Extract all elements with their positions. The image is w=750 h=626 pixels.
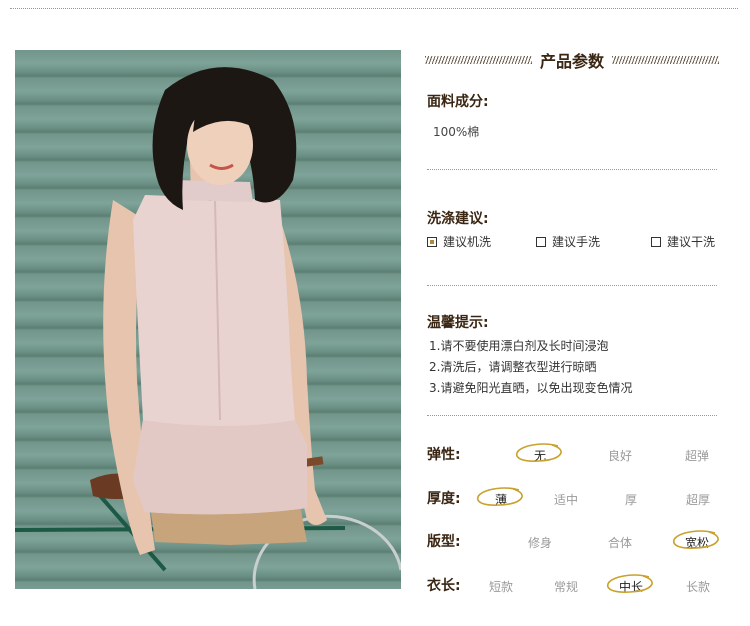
attr-option-label: 中长 [618,580,643,594]
attr-option-label: 常规 [553,580,578,594]
tip-item: 2.清洗后，请调整衣型进行晾晒 [429,360,597,374]
divider-wash [427,285,717,286]
tips-list: 1.请不要使用漂白剂及长时间浸泡 2.清洗后，请调整衣型进行晾晒 3.请避免阳光… [429,336,632,399]
attr-option[interactable]: 超厚 [673,491,723,508]
attr-option[interactable]: 良好 [595,447,645,464]
attr-label-fit: 版型: [427,534,461,550]
attr-label-elasticity: 弹性: [427,447,461,463]
attr-option[interactable]: 修身 [515,534,565,551]
attr-option-label: 超厚 [685,493,710,507]
attr-option-label: 薄 [494,493,507,507]
attr-option[interactable]: 薄 [476,487,526,508]
attr-option[interactable]: 无 [515,443,565,464]
attr-option-label: 良好 [607,449,632,463]
fabric-label: 面料成分: [427,94,489,110]
attr-option-label: 修身 [527,536,552,550]
attr-label-length: 衣长: [427,578,461,594]
divider-fabric [427,169,717,170]
top-dotted-divider [10,8,738,9]
attr-option[interactable]: 中长 [606,574,656,595]
attr-option[interactable]: 宽松 [672,530,722,551]
attr-option-label: 宽松 [684,536,709,550]
attr-option-label: 超弹 [684,449,709,463]
attr-option[interactable]: 合体 [595,534,645,551]
checkbox-icon[interactable] [427,236,437,247]
attr-option-label: 合体 [607,536,632,550]
attr-option[interactable]: 常规 [541,578,591,595]
section-title: 产品参数 [540,52,605,71]
hatch-decoration-left [425,56,532,64]
checkbox-icon[interactable] [651,236,661,247]
attr-option-label: 厚 [624,493,637,507]
tip-item: 1.请不要使用漂白剂及长时间浸泡 [429,339,609,353]
attr-option-label: 无 [533,449,546,463]
attr-option[interactable]: 长款 [673,578,723,595]
attr-option[interactable]: 厚 [606,491,656,508]
attr-option-label: 适中 [553,493,578,507]
wash-label: 洗涤建议: [427,211,489,227]
fabric-value: 100%棉 [433,125,480,139]
wash-option-dry[interactable]: 建议干洗 [651,233,715,250]
attr-label-thickness: 厚度: [427,491,461,507]
tips-label: 温馨提示: [427,315,489,331]
attr-option[interactable]: 超弹 [672,447,722,464]
section-header: 产品参数 [425,48,720,72]
model-illustration [15,67,401,589]
hatch-decoration-right [612,56,720,64]
product-photo [15,50,401,589]
tip-item: 3.请避免阳光直晒，以免出现变色情况 [429,381,633,395]
wash-option-hand[interactable]: 建议手洗 [536,233,600,250]
wash-option-label: 建议干洗 [667,235,716,249]
divider-tips [427,415,717,416]
checkbox-icon[interactable] [536,236,546,247]
attr-option[interactable]: 短款 [476,578,526,595]
wash-option-machine[interactable]: 建议机洗 [427,233,491,250]
attr-option-label: 短款 [488,580,513,594]
wash-option-label: 建议手洗 [552,235,601,249]
attr-option-label: 长款 [685,580,710,594]
wash-option-label: 建议机洗 [443,235,492,249]
attr-option[interactable]: 适中 [541,491,591,508]
